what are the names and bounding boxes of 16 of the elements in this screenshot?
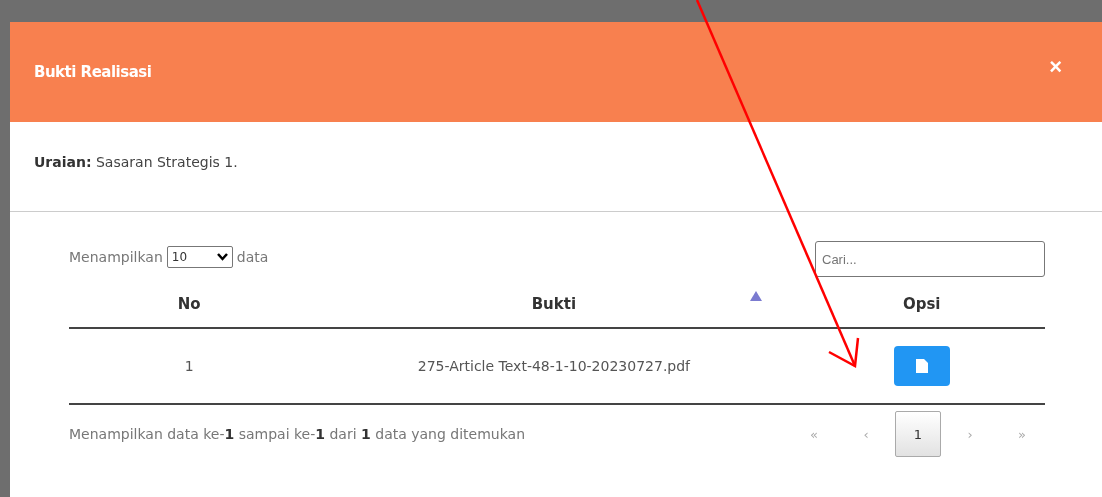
pagination-button[interactable]: 1 bbox=[895, 411, 941, 457]
length-select[interactable]: 10 bbox=[166, 246, 233, 268]
document-icon bbox=[915, 359, 928, 373]
table-cell: 1 bbox=[69, 328, 310, 404]
column-header[interactable]: Opsi bbox=[798, 281, 1045, 328]
chevron-down-icon bbox=[216, 253, 228, 261]
modal-title: Bukti Realisasi bbox=[34, 63, 152, 81]
description-text: Uraian: Sasaran Strategis 1. bbox=[10, 122, 1102, 212]
search-field[interactable]: Cari... bbox=[815, 241, 1045, 277]
length-label: data bbox=[236, 249, 269, 265]
length-label: Menampilkan bbox=[69, 249, 163, 265]
table-cell: 275-Article Text-48-1-10-20230727.pdf bbox=[309, 328, 799, 404]
table-info-text: Menampilkan data ke-1 sampai ke-1 dari 1 data yang ditemukan bbox=[69, 426, 525, 442]
view-file-button[interactable] bbox=[893, 346, 950, 386]
column-header[interactable]: Bukti bbox=[309, 281, 799, 328]
column-header[interactable]: No bbox=[69, 281, 310, 328]
